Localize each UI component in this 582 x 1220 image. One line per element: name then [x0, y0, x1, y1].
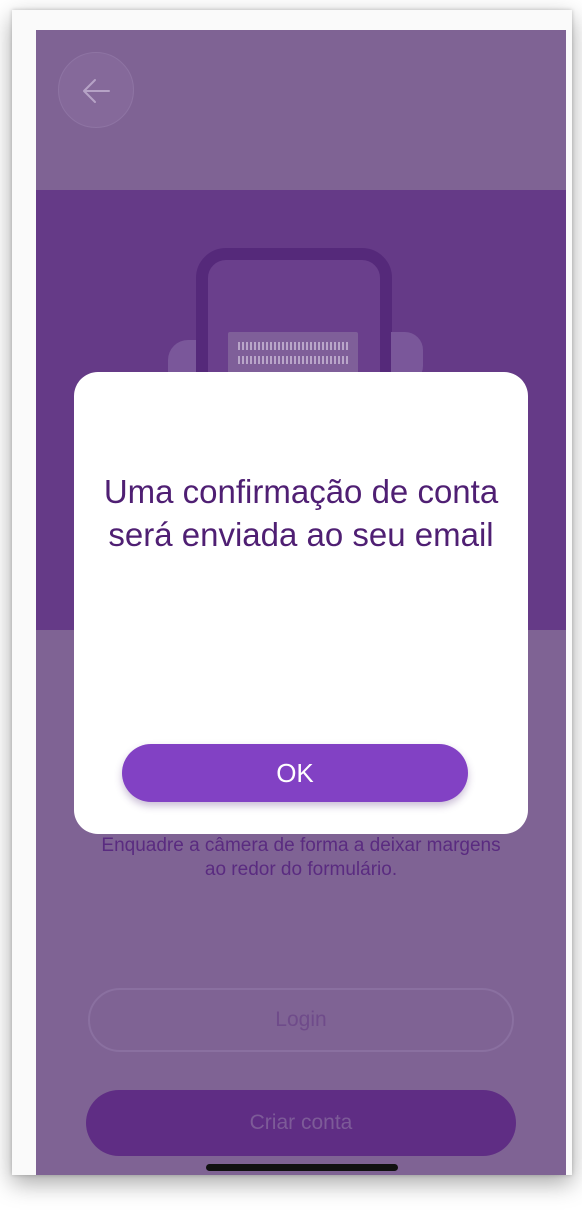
document-line [238, 342, 348, 350]
document-line [238, 356, 348, 364]
instructions-line-1: Enquadre a câmera de forma a deixar marg… [101, 835, 501, 856]
instructions-line-2: ao redor do formulário. [204, 859, 398, 880]
dialog-message: Uma confirmação de conta será enviada ao… [103, 473, 499, 553]
create-account-button[interactable]: Criar conta [86, 1090, 516, 1156]
framing-instructions: Enquadre a câmera de forma a deixar marg… [36, 834, 566, 882]
app-screen: Enquadre a câmera de forma a deixar marg… [36, 30, 566, 1175]
arrow-left-icon [83, 79, 110, 103]
ok-button[interactable]: OK [122, 744, 468, 802]
login-button[interactable]: Login [88, 988, 514, 1052]
back-button[interactable] [58, 52, 134, 128]
confirmation-dialog: Uma confirmação de conta será enviada ao… [74, 372, 528, 834]
home-indicator [206, 1164, 398, 1171]
